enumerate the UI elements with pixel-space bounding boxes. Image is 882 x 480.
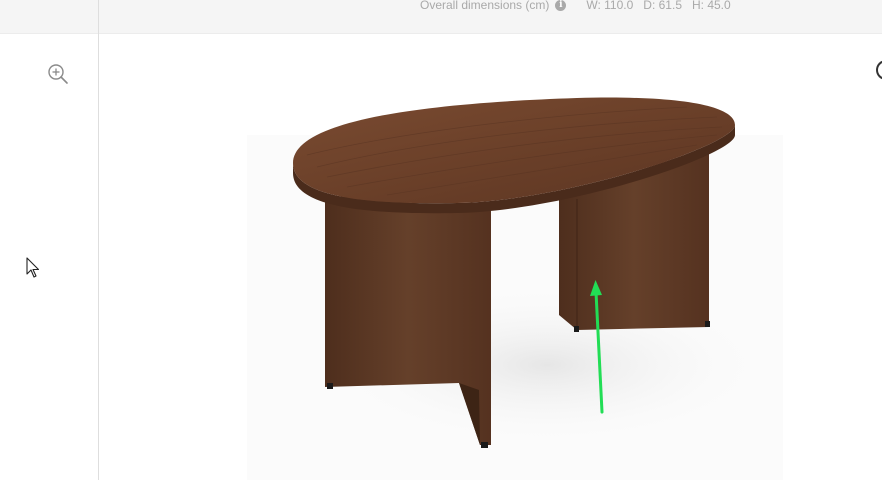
dimension-width: W: 110.0 (586, 0, 634, 12)
zoom-in-button[interactable] (45, 61, 71, 87)
dimension-height: H: 45.0 (692, 0, 731, 12)
top-bar: Overall dimensions (cm) i W: 110.0 D: 61… (0, 0, 882, 34)
product-image (247, 97, 783, 480)
dimensions-label: Overall dimensions (cm) (420, 0, 550, 12)
overall-dimensions: Overall dimensions (cm) i W: 110.0 D: 61… (420, 0, 741, 13)
zoom-in-icon (48, 64, 68, 84)
dimension-depth: D: 61.5 (643, 0, 682, 12)
info-icon[interactable]: i (555, 0, 567, 11)
mouse-cursor-icon (26, 257, 40, 278)
